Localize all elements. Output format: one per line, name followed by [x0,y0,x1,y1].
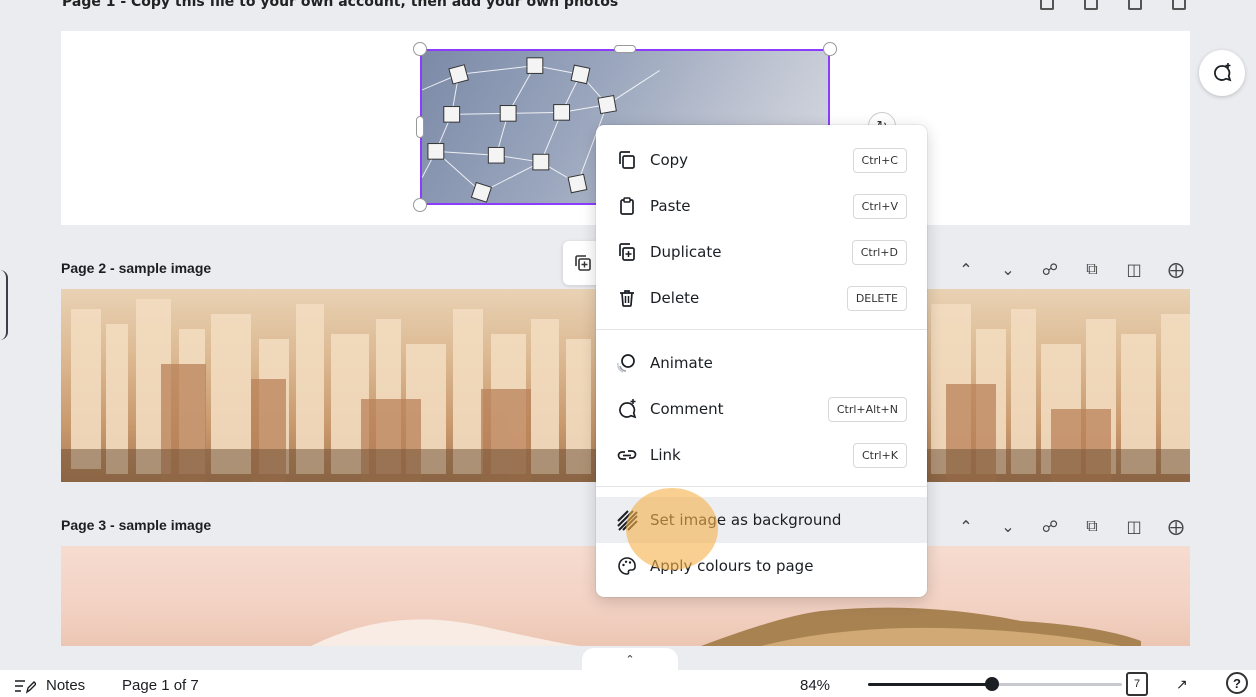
resize-handle-top-right[interactable] [823,42,837,56]
chevron-down-icon[interactable]: ⌄ [997,258,1019,280]
paste-icon [616,195,638,217]
bottom-bar: Notes Page 1 of 7 84% 7 ↗ ? [0,670,1256,697]
page-grid-button[interactable]: 7 [1126,672,1148,696]
chevron-up-icon: ⌃ [625,652,635,666]
copy-icon [616,149,638,171]
shortcut-badge: Ctrl+Alt+N [827,396,907,422]
page-3-title: Page 3 - sample image [61,517,212,533]
duplicate-icon [575,255,591,271]
shortcut-badge: Ctrl+K [852,442,907,468]
menu-divider [596,329,927,330]
add-comment-button[interactable] [1199,50,1245,96]
delete-page-icon[interactable]: ◫ [1123,515,1145,537]
menu-item-comment[interactable]: Comment Ctrl+Alt+N [596,386,927,432]
duplicate-page-icon[interactable]: ⧉ [1081,515,1103,537]
lock-icon[interactable]: ☍ [1039,515,1061,537]
menu-item-label: Link [650,446,681,464]
animate-icon [616,352,638,374]
comment-plus-icon [1214,63,1232,82]
notes-label: Notes [46,677,86,694]
menu-item-duplicate[interactable]: Duplicate Ctrl+D [596,229,927,275]
resize-handle-top[interactable] [614,45,636,53]
zoom-slider[interactable] [868,677,1122,691]
help-button[interactable]: ? [1226,672,1248,694]
page-indicator: Page 1 of 7 [122,677,199,694]
palette-icon [616,555,638,577]
lock-icon[interactable] [1040,0,1054,10]
page-1-title: Page 1 - Copy this file to your own acco… [62,0,619,10]
help-label: ? [1233,675,1241,691]
resize-handle-bottom-left[interactable] [413,198,427,212]
duplicate-page-icon[interactable] [1084,0,1098,10]
add-page-icon[interactable]: ⨁ [1165,515,1187,537]
menu-item-label: Duplicate [650,243,722,261]
chevron-up-icon[interactable]: ⌃ [955,515,977,537]
add-page-icon[interactable]: ⨁ [1165,258,1187,280]
menu-item-label: Copy [650,151,689,169]
zoom-slider-fill [868,683,992,686]
fullscreen-icon[interactable]: ↗ [1176,676,1188,693]
duplicate-page-icon[interactable]: ⧉ [1081,258,1103,280]
zoom-slider-knob[interactable] [985,677,999,691]
zoom-label[interactable]: 84% [800,677,830,694]
shortcut-badge: Ctrl+D [851,239,907,265]
page-3-toolbar: ⌃ ⌄ ☍ ⧉ ◫ ⨁ [955,515,1187,537]
add-page-icon[interactable] [1172,0,1186,10]
menu-item-animate[interactable]: Animate [596,340,927,386]
shortcut-badge: DELETE [846,285,907,311]
show-pages-toggle[interactable]: ⌃ [582,648,678,670]
shortcut-badge: Ctrl+C [852,147,907,173]
resize-handle-top-left[interactable] [413,42,427,56]
menu-item-delete[interactable]: Delete DELETE [596,275,927,321]
resize-handle-left[interactable] [416,116,424,138]
menu-item-label: Delete [650,289,700,307]
shortcut-badge: Ctrl+V [852,193,907,219]
chevron-up-icon[interactable]: ⌃ [955,258,977,280]
delete-page-icon[interactable]: ◫ [1123,258,1145,280]
notes-button[interactable]: Notes [14,677,85,694]
menu-item-link[interactable]: Link Ctrl+K [596,432,927,478]
page-2-title: Page 2 - sample image [61,260,212,276]
menu-item-label: Paste [650,197,691,215]
duplicate-icon [616,241,638,263]
lock-icon[interactable]: ☍ [1039,258,1061,280]
page-1-toolbar [1040,0,1186,10]
notes-icon [15,679,36,694]
link-icon [616,444,638,466]
page-2-toolbar: ⌃ ⌄ ☍ ⧉ ◫ ⨁ [955,258,1187,280]
page-count-badge: 7 [1133,678,1141,690]
comment-icon [616,398,638,420]
menu-item-label: Comment [650,400,724,418]
side-panel-handle[interactable] [0,270,8,340]
menu-item-paste[interactable]: Paste Ctrl+V [596,183,927,229]
menu-divider [596,486,927,487]
click-indicator [626,488,718,570]
menu-item-label: Animate [650,354,713,372]
chevron-down-icon[interactable]: ⌄ [997,515,1019,537]
trash-icon [616,287,638,309]
menu-item-copy[interactable]: Copy Ctrl+C [596,137,927,183]
delete-page-icon[interactable] [1128,0,1142,10]
